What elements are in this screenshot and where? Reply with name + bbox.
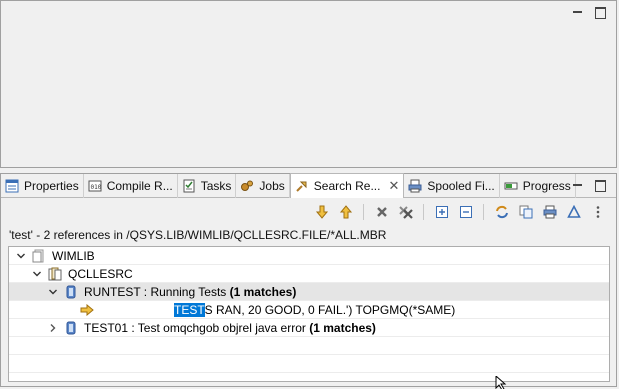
next-match-icon[interactable] xyxy=(311,202,332,222)
chevron-down-icon[interactable] xyxy=(15,250,27,262)
chevron-down-icon[interactable] xyxy=(31,268,43,280)
tree-empty-row xyxy=(9,337,609,355)
minimize-icon[interactable] xyxy=(572,6,584,18)
spooled-files-icon xyxy=(407,178,423,194)
tab-label: Spooled Fi... xyxy=(427,179,495,193)
search-toolbar xyxy=(311,201,608,223)
source-file-icon xyxy=(47,266,63,282)
chevron-right-icon[interactable] xyxy=(47,322,59,334)
mouse-cursor-icon xyxy=(495,376,507,389)
tab-label: Tasks xyxy=(200,179,232,193)
tree-node-member-runtest[interactable]: RUNTEST : Running Tests (1 matches) xyxy=(9,283,609,301)
search-summary: 'test' - 2 references in /QSYS.LIB/WIMLI… xyxy=(9,228,387,242)
toolbar-separator xyxy=(423,204,424,220)
tab-label: Properties xyxy=(24,179,79,193)
tab-progress[interactable]: Progress xyxy=(500,174,576,198)
expand-all-icon[interactable] xyxy=(431,202,452,222)
member-icon xyxy=(63,320,79,336)
tree-empty-row xyxy=(9,355,609,373)
close-icon[interactable]: ✕ xyxy=(388,178,399,194)
tab-jobs[interactable]: Jobs xyxy=(236,174,290,198)
remove-all-icon[interactable] xyxy=(395,202,416,222)
search-results-tree[interactable]: WIMLIB QCLLESRC RUNTEST : Running Tests … xyxy=(8,246,610,382)
chevron-down-icon[interactable] xyxy=(47,286,59,298)
svg-text:010: 010 xyxy=(90,184,101,191)
member-icon xyxy=(63,284,79,300)
tab-label: Search Re... xyxy=(313,179,381,193)
tab-tasks[interactable]: Tasks xyxy=(178,174,237,198)
maximize-icon[interactable] xyxy=(594,179,606,192)
library-label: WIMLIB xyxy=(52,248,95,263)
tab-label: Compile R... xyxy=(106,179,173,193)
copy-icon[interactable] xyxy=(515,202,536,222)
views-pane: Properties 010 Compile R... Tasks Jobs S… xyxy=(0,173,617,387)
tree-node-file[interactable]: QCLLESRC xyxy=(9,265,609,283)
jobs-icon xyxy=(239,178,255,194)
print-icon[interactable] xyxy=(539,202,560,222)
tab-label: Progress xyxy=(522,179,571,193)
maximize-icon[interactable] xyxy=(594,6,606,19)
tab-compile-results[interactable]: 010 Compile R... xyxy=(84,174,178,198)
member-label: RUNTEST : Running Tests xyxy=(84,284,227,299)
toolbar-separator xyxy=(363,204,364,220)
refresh-icon[interactable] xyxy=(491,202,512,222)
previous-match-icon[interactable] xyxy=(335,202,356,222)
top-pane-controls xyxy=(572,6,606,19)
tab-search-results[interactable]: Search Re... ✕ xyxy=(289,173,405,198)
delta-icon[interactable] xyxy=(563,202,584,222)
tab-spooled-files[interactable]: Spooled Fi... xyxy=(404,174,500,198)
search-icon xyxy=(294,178,310,194)
match-highlight: TEST xyxy=(174,302,205,317)
view-tab-bar: Properties 010 Compile R... Tasks Jobs S… xyxy=(1,173,616,198)
progress-icon xyxy=(503,178,519,194)
match-count: (1 matches) xyxy=(229,284,297,299)
match-count: (1 matches) xyxy=(309,320,376,335)
tree-node-library[interactable]: WIMLIB xyxy=(9,247,609,265)
tree-node-match-line[interactable]: TEST S RAN, 20 GOOD, 0 FAIL.') TOPGMQ(*SA… xyxy=(9,301,609,319)
remove-selected-icon[interactable] xyxy=(371,202,392,222)
library-icon xyxy=(31,248,47,264)
compile-icon: 010 xyxy=(87,178,103,194)
toolbar-separator xyxy=(483,204,484,220)
match-line-text: S RAN, 20 GOOD, 0 FAIL.') TOPGMQ(*SAME) xyxy=(204,302,456,317)
minimize-icon[interactable] xyxy=(572,179,584,191)
view-pane-controls xyxy=(572,179,606,192)
tab-properties[interactable]: Properties xyxy=(1,174,84,198)
tasks-icon xyxy=(181,178,197,194)
view-menu-icon[interactable] xyxy=(587,202,608,222)
editor-area xyxy=(0,0,617,168)
match-arrow-icon xyxy=(79,302,95,318)
tree-node-member-test01[interactable]: TEST01 : Test omqchgob objrel java error… xyxy=(9,319,609,337)
collapse-all-icon[interactable] xyxy=(455,202,476,222)
file-label: QCLLESRC xyxy=(68,266,133,281)
tab-label: Jobs xyxy=(259,179,285,193)
properties-icon xyxy=(4,178,20,194)
member-label: TEST01 : Test omqchgob objrel java error xyxy=(84,320,306,335)
